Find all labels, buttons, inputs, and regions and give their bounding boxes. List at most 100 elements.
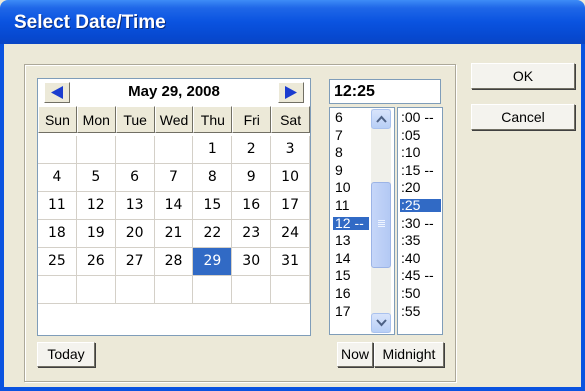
minute-option[interactable]: :25 — [400, 198, 441, 212]
previous-month-button[interactable] — [44, 82, 70, 103]
calendar-header: May 29, 2008 — [38, 79, 310, 107]
day-cell[interactable]: 28 — [154, 248, 194, 276]
day-cell[interactable]: 17 — [271, 192, 310, 220]
hour-scroll-thumb[interactable] — [371, 182, 391, 268]
window-title: Select Date/Time — [14, 12, 166, 33]
minute-option[interactable]: :20 — [400, 180, 441, 194]
minute-option[interactable]: :15 -- — [400, 163, 441, 177]
day-cell[interactable]: 20 — [115, 220, 155, 248]
hour-option[interactable]: 12 -- — [333, 216, 369, 230]
grip-icon — [378, 220, 385, 221]
day-cell[interactable]: 5 — [76, 164, 116, 192]
day-cell[interactable]: 26 — [76, 248, 116, 276]
weekday-header: Thu — [193, 106, 233, 133]
empty-day-cell — [154, 276, 194, 304]
empty-day-cell — [38, 136, 77, 164]
hour-option[interactable]: 7 — [333, 128, 369, 142]
scroll-down-button[interactable] — [371, 313, 391, 333]
minute-option[interactable]: :00 -- — [400, 110, 441, 124]
minute-list[interactable]: :00 -- :05 :10 :15 -- :20 :25 :30 -- :35 :40 :45 … — [397, 107, 443, 335]
day-cell[interactable]: 25 — [38, 248, 77, 276]
chevron-down-icon — [376, 319, 387, 327]
midnight-button[interactable]: Midnight — [374, 342, 444, 367]
day-cell[interactable]: 11 — [38, 192, 77, 220]
empty-day-cell — [193, 276, 233, 304]
minute-option[interactable]: :10 — [400, 145, 441, 159]
month-calendar: May 29, 2008 Sun Mon Tue Wed Thu Fri Sat 12345… — [37, 78, 311, 336]
hour-option[interactable]: 10 — [333, 180, 369, 194]
empty-day-cell — [115, 136, 155, 164]
hour-option[interactable]: 15 — [333, 268, 369, 282]
day-cell[interactable]: 9 — [232, 164, 272, 192]
empty-day-cell — [38, 276, 77, 304]
hour-option[interactable]: 6 — [333, 110, 369, 124]
weekday-header: Tue — [115, 106, 155, 133]
day-cell[interactable]: 10 — [271, 164, 310, 192]
hour-option[interactable]: 16 — [333, 286, 369, 300]
day-cell[interactable]: 8 — [193, 164, 233, 192]
minute-option[interactable]: :05 — [400, 128, 441, 142]
day-cell[interactable]: 24 — [271, 220, 310, 248]
ok-button[interactable]: OK — [471, 63, 575, 89]
weekday-header: Fri — [232, 106, 272, 133]
minute-option[interactable]: :30 -- — [400, 216, 441, 230]
weekday-header: Wed — [154, 106, 194, 133]
minute-option[interactable]: :55 — [400, 304, 441, 318]
day-cell[interactable]: 4 — [38, 164, 77, 192]
hour-option[interactable]: 14 — [333, 251, 369, 265]
scroll-up-button[interactable] — [371, 109, 391, 129]
today-button[interactable]: Today — [37, 342, 95, 367]
day-cell[interactable]: 27 — [115, 248, 155, 276]
minute-option[interactable]: :35 — [400, 233, 441, 247]
day-cell[interactable]: 16 — [232, 192, 272, 220]
day-cell[interactable]: 21 — [154, 220, 194, 248]
hour-option[interactable]: 9 — [333, 163, 369, 177]
hour-option[interactable]: 11 — [333, 198, 369, 212]
hour-option[interactable]: 8 — [333, 145, 369, 159]
hour-option[interactable]: 17 — [333, 304, 369, 318]
day-cell[interactable]: 3 — [271, 136, 310, 164]
minute-option[interactable]: :50 — [400, 286, 441, 300]
empty-day-cell — [76, 276, 116, 304]
hour-list[interactable]: 6 7 8 9 10 11 12 -- 13 14 15 16 17 — [329, 107, 395, 335]
day-cell[interactable]: 7 — [154, 164, 194, 192]
day-grid: 1 2 3 4 5 6 7 8 9 10 11 12 13 14 15 16 17 18 19 20 21 22 23 24 2… — [38, 136, 310, 304]
day-cell[interactable]: 23 — [232, 220, 272, 248]
day-cell[interactable]: 15 — [193, 192, 233, 220]
day-cell[interactable]: 19 — [76, 220, 116, 248]
day-cell[interactable]: 2 — [232, 136, 272, 164]
right-arrow-icon — [285, 86, 297, 99]
month-title: May 29, 2008 — [128, 83, 220, 100]
day-cell[interactable]: 29 — [193, 248, 233, 276]
day-cell[interactable]: 13 — [115, 192, 155, 220]
day-cell[interactable]: 14 — [154, 192, 194, 220]
weekday-header: Sat — [271, 106, 311, 133]
left-arrow-icon — [51, 86, 63, 99]
hour-scrollbar[interactable] — [371, 109, 391, 333]
weekday-header: Sun — [38, 106, 77, 133]
day-cell[interactable]: 1 — [193, 136, 233, 164]
empty-day-cell — [115, 276, 155, 304]
time-field[interactable]: 12:25 — [329, 79, 441, 104]
window-frame-right — [581, 44, 585, 391]
empty-day-cell — [154, 136, 194, 164]
cancel-button[interactable]: Cancel — [471, 104, 575, 130]
hour-option[interactable]: 13 — [333, 233, 369, 247]
day-cell[interactable]: 30 — [232, 248, 272, 276]
now-button[interactable]: Now — [337, 342, 373, 367]
day-cell[interactable]: 18 — [38, 220, 77, 248]
minute-option[interactable]: :45 -- — [400, 268, 441, 282]
next-month-button[interactable] — [278, 82, 304, 103]
weekday-header: Mon — [76, 106, 116, 133]
day-cell[interactable]: 12 — [76, 192, 116, 220]
empty-day-cell — [271, 276, 310, 304]
empty-day-cell — [232, 276, 272, 304]
chevron-up-icon — [376, 115, 387, 123]
day-cell[interactable]: 31 — [271, 248, 310, 276]
window-frame-left — [0, 44, 4, 391]
window-frame-bottom — [0, 387, 585, 391]
day-cell[interactable]: 6 — [115, 164, 155, 192]
day-cell[interactable]: 22 — [193, 220, 233, 248]
title-bar[interactable]: Select Date/Time — [0, 0, 585, 44]
minute-option[interactable]: :40 — [400, 251, 441, 265]
